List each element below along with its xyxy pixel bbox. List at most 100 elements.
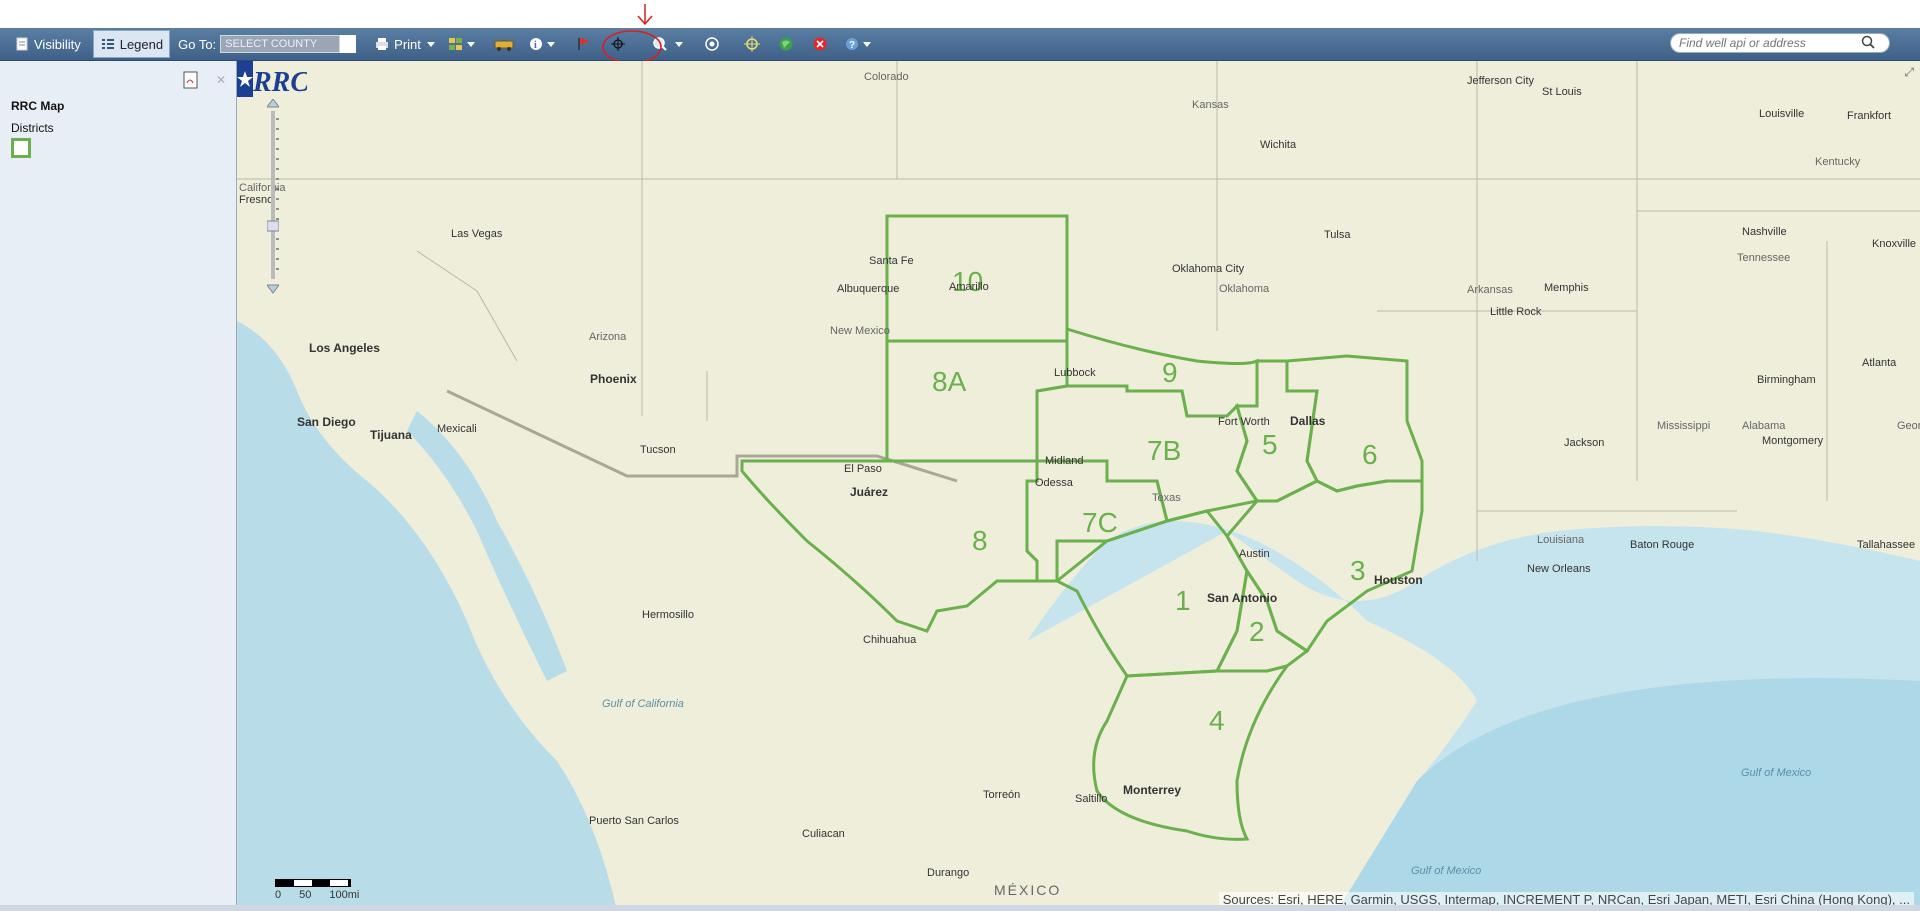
truck-icon[interactable] [493, 33, 515, 55]
district-label: 2 [1249, 616, 1265, 647]
place-label: Kentucky [1815, 156, 1861, 168]
help-icon[interactable]: ? [843, 33, 877, 55]
zoom-slider[interactable] [267, 99, 279, 294]
place-label: Gulf of Mexico [1741, 767, 1811, 779]
map-view[interactable]: 10 8A 9 7B 5 6 7C 8 1 3 2 4 Colorado Kan… [237, 61, 1920, 911]
place-label: Austin [1239, 548, 1270, 560]
place-label: San Antonio [1207, 591, 1277, 605]
place-label: California [239, 182, 286, 194]
place-label: Amarillo [949, 281, 989, 293]
place-label: Saltillo [1075, 793, 1107, 805]
place-label: Arizona [589, 331, 627, 343]
place-label: Montgomery [1762, 435, 1824, 447]
place-label: Louisville [1759, 108, 1804, 120]
place-label: Santa Fe [869, 255, 914, 267]
expand-icon[interactable]: ⤢ [1904, 65, 1914, 80]
target-zoom-icon[interactable] [701, 33, 723, 55]
legend-button[interactable]: Legend [92, 30, 171, 58]
place-label: Monterrey [1123, 783, 1181, 797]
place-label: New Orleans [1527, 563, 1591, 575]
place-label: Wichita [1260, 139, 1297, 151]
district-8 [740, 459, 1039, 633]
place-label: Chihuahua [863, 634, 917, 646]
place-label: Durango [927, 867, 969, 879]
search-field[interactable] [1670, 33, 1890, 53]
place-label: Phoenix [590, 372, 637, 386]
visibility-label: Visibility [34, 36, 81, 52]
visibility-button[interactable]: Visibility [8, 30, 87, 58]
pdf-export-icon[interactable] [183, 71, 199, 89]
place-label: Tallahassee [1857, 539, 1915, 551]
place-label: Torreón [983, 789, 1020, 801]
place-label: Fort Worth [1218, 416, 1270, 428]
place-label: Puerto San Carlos [589, 815, 679, 827]
flag-icon[interactable] [573, 33, 595, 55]
place-label: Gulf of Mexico [1411, 865, 1481, 877]
legend-title: RRC Map [11, 99, 65, 113]
place-label: El Paso [844, 463, 882, 475]
scale-bar-graphic [275, 879, 351, 887]
place-label: Kansas [1192, 99, 1229, 111]
place-label: Tennessee [1737, 252, 1790, 264]
place-label: New Mexico [830, 325, 890, 337]
place-label: Alabama [1742, 420, 1786, 432]
place-label: Culiacan [802, 828, 845, 840]
district-label: 6 [1362, 439, 1378, 470]
close-icon[interactable]: ✕ [216, 73, 226, 87]
place-label: Frankfort [1847, 110, 1891, 122]
basemap-gallery-icon[interactable] [447, 33, 481, 55]
locate-icon[interactable] [741, 33, 763, 55]
place-label: Tucson [640, 444, 676, 456]
annotation-arrow [637, 4, 653, 26]
district-label: 3 [1350, 555, 1366, 586]
place-label: Mississippi [1657, 420, 1710, 432]
legend-label: Legend [119, 36, 164, 52]
district-label: 5 [1262, 429, 1278, 460]
county-select-caret[interactable] [340, 35, 357, 53]
state-borders [237, 61, 1920, 561]
district-label: 9 [1162, 357, 1178, 388]
scale-bar: 0 50 100mi [275, 879, 359, 901]
place-label: Jackson [1564, 437, 1604, 449]
place-label: Hermosillo [642, 609, 694, 621]
place-label: Little Rock [1490, 306, 1542, 318]
scale-tick: 50 [299, 889, 312, 901]
place-label: Tijuana [370, 428, 412, 442]
district-label: 4 [1209, 705, 1225, 736]
place-label: Colorado [864, 71, 909, 83]
rrc-logo: RRC [237, 61, 307, 97]
scale-tick: 100mi [329, 889, 360, 901]
place-label: Louisiana [1537, 534, 1585, 546]
bottom-strip [0, 905, 1920, 911]
globe-icon[interactable] [775, 33, 797, 55]
place-label: Dallas [1290, 414, 1326, 428]
goto-label: Go To: [178, 36, 217, 52]
toolbar: Visibility Legend Go To: SELECT COUNTY P… [0, 28, 1920, 61]
search-icon[interactable] [1861, 35, 1875, 52]
place-label: MÉXICO [994, 882, 1061, 898]
print-button[interactable]: Print [368, 30, 441, 58]
district-label: 8A [932, 366, 967, 397]
printer-icon [374, 36, 390, 52]
place-label: Albuquerque [837, 283, 899, 295]
county-select[interactable]: SELECT COUNTY [220, 35, 341, 53]
district-label: 7B [1147, 435, 1181, 466]
place-label: Gulf of California [602, 698, 684, 710]
place-label: Nashville [1742, 226, 1787, 238]
place-label: Houston [1374, 573, 1423, 587]
document-icon [14, 36, 30, 52]
info-icon[interactable]: i [527, 33, 561, 55]
svg-text:i: i [534, 40, 537, 51]
place-label: Arkansas [1467, 284, 1513, 296]
place-label: Lubbock [1054, 367, 1096, 379]
search-input[interactable] [1677, 35, 1861, 51]
place-label: Oklahoma City [1172, 263, 1245, 275]
pacific-ocean [237, 321, 617, 911]
place-label: Texas [1152, 492, 1181, 504]
print-label: Print [394, 36, 421, 52]
svg-text:?: ? [849, 40, 855, 51]
place-label: Baton Rouge [1630, 539, 1694, 551]
place-label: Knoxville [1872, 238, 1916, 250]
district-swatch [11, 138, 31, 158]
clear-icon[interactable] [809, 33, 831, 55]
